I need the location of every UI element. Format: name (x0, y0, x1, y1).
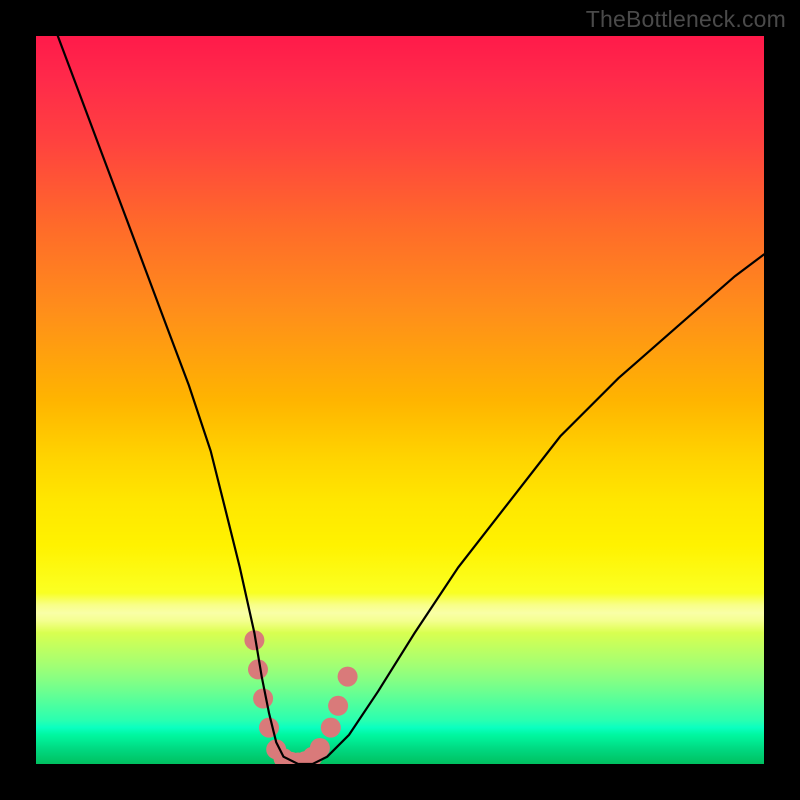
marker-dot (253, 689, 273, 709)
plot-area (36, 36, 764, 764)
marker-dot (328, 696, 348, 716)
marker-dot (248, 659, 268, 679)
watermark-text: TheBottleneck.com (586, 6, 786, 33)
bottleneck-curve-line (58, 36, 764, 764)
chart-frame: TheBottleneck.com (0, 0, 800, 800)
marker-dot (321, 718, 341, 738)
marker-dot (259, 718, 279, 738)
marker-dot (310, 738, 330, 758)
marker-dot (338, 667, 358, 687)
curve-layer (36, 36, 764, 764)
